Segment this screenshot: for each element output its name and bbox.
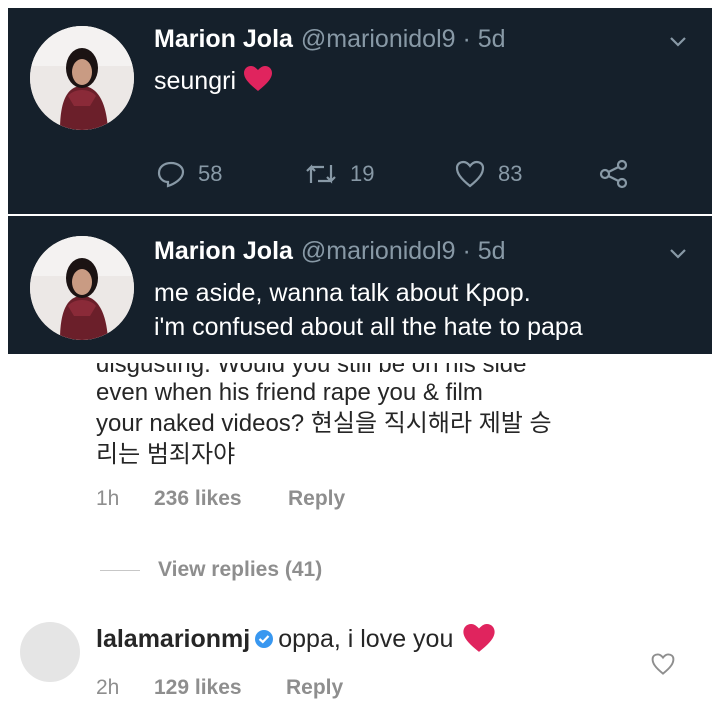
tweet-header: Marion Jola @marionidol9 · 5d [154,236,506,266]
retweet-icon [306,164,336,184]
heart-emoji-icon [463,624,495,652]
avatar[interactable] [30,236,134,340]
handle-time: @marionidol9 · 5d [300,237,506,265]
tweet-header: Marion Jola @marionidol9 · 5d [154,24,506,54]
comment-reply-button[interactable]: Reply [288,487,345,511]
comment-likes[interactable]: 236 likes [154,487,242,511]
reply-reply-button[interactable]: Reply [286,676,343,700]
comment-line-2: your naked videos? 현실을 직시해라 제발 승 [96,410,552,437]
tweet-2: Marion Jola @marionidol9 · 5d me aside, w… [8,216,712,354]
comment-line-3: 리는 범죄자야 [96,441,236,468]
tweet-text-content: seungri [154,67,236,95]
retweet-count: 19 [350,161,375,186]
tweet-text-line-2: i'm confused about all the hate to papa [154,313,583,341]
heart-outline-icon [455,160,485,188]
chevron-down-icon[interactable] [666,242,690,266]
reply-comment: lalamarionmj oppa, i love you [96,624,495,655]
reply-action[interactable]: 58 [156,156,222,192]
chevron-down-icon[interactable] [666,30,690,54]
divider-line [100,570,140,571]
tweet-text: me aside, wanna talk about Kpop. i'm con… [154,276,583,344]
comment-line-1: even when his friend rape you & film [96,379,483,406]
retweet-action[interactable]: 19 [304,156,374,192]
reply-likes[interactable]: 129 likes [154,676,242,700]
like-action[interactable]: 83 [454,156,522,192]
tweet-text: seungri [154,64,272,98]
avatar[interactable] [20,622,80,682]
heart-emoji-icon [244,66,272,91]
tweet-actions: 58 19 83 [156,156,636,192]
reply-comment-text: oppa, i love you [278,625,454,653]
handle-time: @marionidol9 · 5d [300,25,506,53]
reply-count: 58 [198,161,223,186]
tweet-1: Marion Jola @marionidol9 · 5d seungri 58 … [8,8,712,214]
share-action[interactable] [598,156,642,192]
comment-time: 1h [96,487,120,510]
avatar[interactable] [30,26,134,130]
reply-time: 2h [96,676,120,699]
heart-outline-icon[interactable] [650,652,676,676]
verified-badge-icon [255,630,274,648]
reply-icon [157,161,185,188]
view-replies-link[interactable]: View replies (41) [158,558,322,582]
display-name[interactable]: Marion Jola [154,237,293,265]
like-count: 83 [498,161,523,186]
display-name[interactable]: Marion Jola [154,25,293,53]
tweet-text-line-1: me aside, wanna talk about Kpop. [154,279,531,307]
share-icon [599,159,628,189]
username[interactable]: lalamarionmj [96,625,250,653]
